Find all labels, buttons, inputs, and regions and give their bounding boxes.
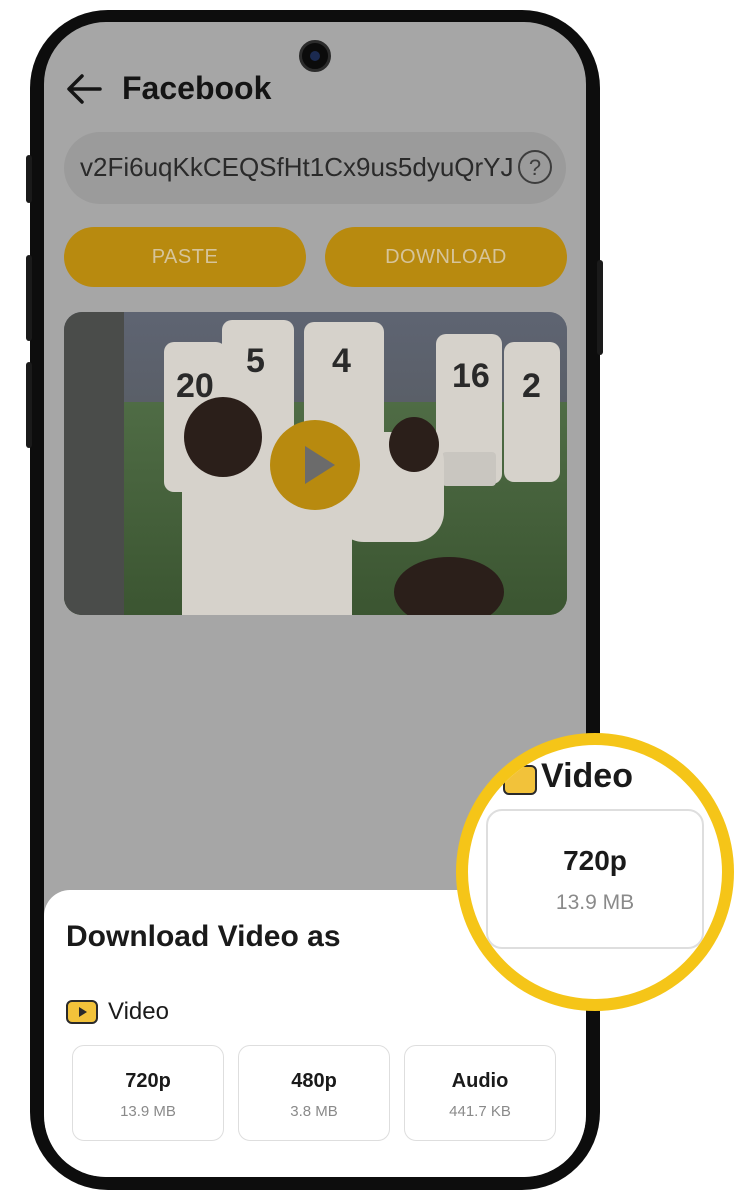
- section-label: Video: [108, 998, 169, 1025]
- video-player-head: [184, 397, 262, 477]
- help-icon[interactable]: ?: [518, 150, 552, 184]
- url-input[interactable]: v2Fi6uqKkCEQSfHt1Cx9us5dyuQrYJ ?: [64, 132, 566, 204]
- video-figure: [64, 312, 124, 615]
- phone-side-button: [26, 362, 32, 448]
- video-preview[interactable]: 20 5 4 16 2: [64, 312, 567, 615]
- video-player-head: [389, 417, 439, 472]
- video-icon: [503, 765, 537, 795]
- option-size: 13.9 MB: [120, 1103, 176, 1120]
- paste-button[interactable]: PASTE: [64, 227, 306, 287]
- video-player-figure: [504, 342, 560, 482]
- jersey-number: 16: [452, 357, 490, 395]
- option-size: 3.8 MB: [290, 1103, 338, 1120]
- video-player-shorts: [442, 452, 496, 486]
- zoom-option-quality: 720p: [563, 845, 627, 876]
- phone-screen: Facebook v2Fi6uqKkCEQSfHt1Cx9us5dyuQrYJ …: [44, 22, 586, 1177]
- zoom-section-label: Video: [541, 757, 633, 795]
- zoom-option-720p: 720p 13.9 MB: [486, 809, 704, 949]
- jersey-number: 4: [332, 342, 351, 380]
- back-arrow-icon[interactable]: [66, 72, 102, 106]
- jersey-number: 2: [522, 367, 541, 405]
- option-quality: Audio: [451, 1070, 509, 1092]
- jersey-number: 5: [246, 342, 265, 380]
- option-size: 441.7 KB: [449, 1103, 511, 1120]
- option-720p[interactable]: 720p 13.9 MB: [72, 1045, 224, 1141]
- option-quality: 720p: [125, 1070, 171, 1092]
- download-button[interactable]: DOWNLOAD: [325, 227, 567, 287]
- zoom-option-size: 13.9 MB: [555, 891, 635, 914]
- camera-icon: [299, 40, 331, 72]
- phone-side-button: [597, 260, 603, 355]
- zoom-callout-content: Video 720p 13.9 MB: [468, 745, 722, 999]
- option-quality: 480p: [291, 1070, 337, 1092]
- phone-side-button: [26, 255, 32, 341]
- phone-side-button: [26, 155, 32, 203]
- option-audio[interactable]: Audio 441.7 KB: [404, 1045, 556, 1141]
- page-title: Facebook: [122, 70, 272, 106]
- option-480p[interactable]: 480p 3.8 MB: [238, 1045, 390, 1141]
- video-icon: [66, 1000, 98, 1024]
- zoom-callout: Video 720p 13.9 MB: [456, 733, 734, 1011]
- play-icon[interactable]: [270, 420, 360, 510]
- sheet-title: Download Video as: [66, 920, 341, 953]
- url-input-value[interactable]: v2Fi6uqKkCEQSfHt1Cx9us5dyuQrYJ: [80, 152, 520, 183]
